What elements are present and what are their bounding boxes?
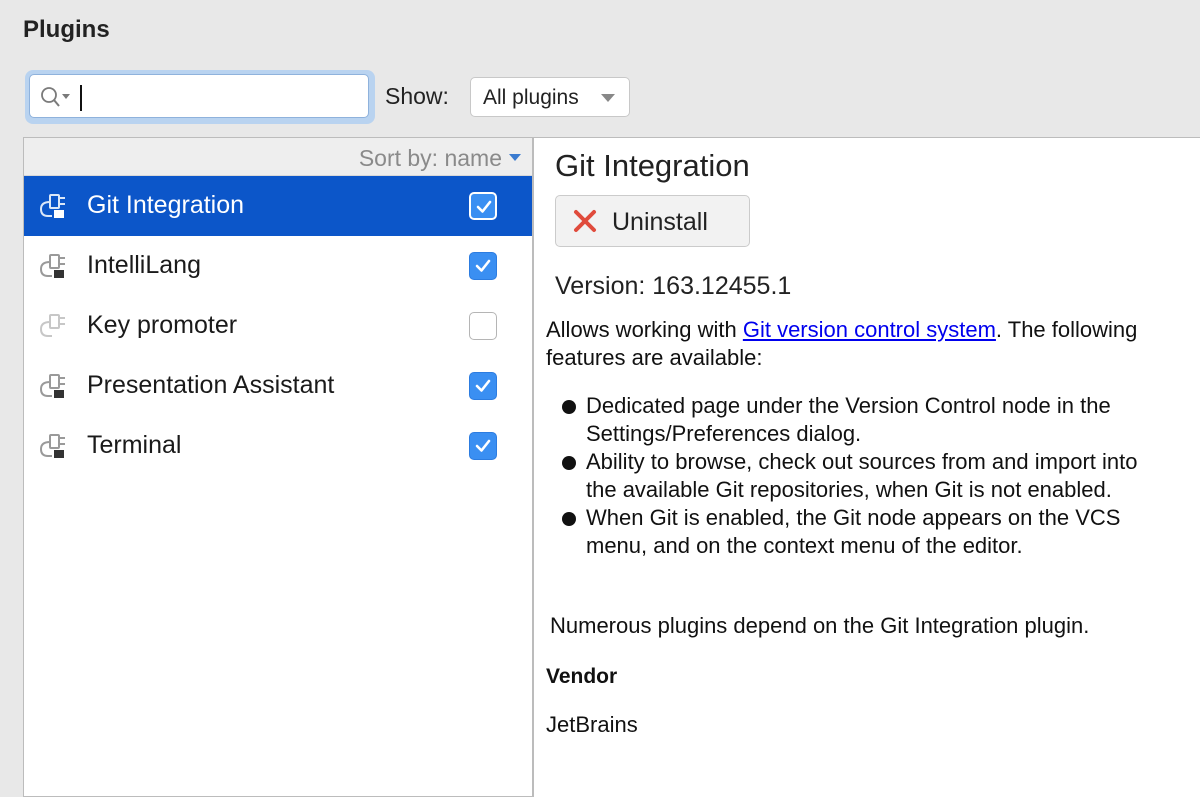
sort-dropdown-icon[interactable] — [509, 154, 521, 161]
description: Allows working with Git version control … — [546, 316, 1176, 372]
plugin-icon — [39, 434, 65, 458]
plugin-icon — [39, 194, 65, 218]
plugin-name: Key promoter — [87, 311, 238, 339]
dependency-note: Numerous plugins depend on the Git Integ… — [550, 613, 1090, 638]
plugin-name: Terminal — [87, 431, 182, 459]
git-vcs-link[interactable]: Git version control system — [743, 317, 996, 342]
feature-item: Ability to browse, check out sources fro… — [560, 448, 1170, 504]
checkmark-icon — [475, 259, 491, 272]
page-title: Plugins — [23, 16, 110, 43]
plugin-enable-checkbox[interactable] — [469, 192, 497, 220]
checkmark-icon — [475, 379, 491, 392]
bullet-icon — [562, 400, 576, 414]
feature-text: Dedicated page under the Version Control… — [586, 393, 1111, 446]
bullet-icon — [562, 512, 576, 526]
plugin-enable-checkbox[interactable] — [469, 372, 497, 400]
text-caret — [80, 85, 82, 111]
plugin-list-panel: Sort by: name Git Integration IntelliLang… — [23, 137, 533, 797]
search-focus-ring — [25, 70, 375, 124]
vendor-label: Vendor — [546, 665, 618, 688]
plugin-detail-panel: Git Integration Uninstall Version: 163.1… — [533, 137, 1200, 797]
show-filter-value: All plugins — [483, 86, 579, 109]
plugin-row[interactable]: Terminal — [24, 416, 532, 476]
uninstall-button[interactable]: Uninstall — [555, 195, 750, 247]
feature-text: Ability to browse, check out sources fro… — [586, 449, 1138, 502]
search-icon[interactable] — [40, 86, 72, 108]
sort-header[interactable]: Sort by: name — [24, 138, 532, 176]
bullet-icon — [562, 456, 576, 470]
plugin-icon — [39, 254, 65, 278]
search-input[interactable] — [76, 81, 360, 113]
feature-item: Dedicated page under the Version Control… — [560, 392, 1170, 448]
plugin-name: IntelliLang — [87, 251, 201, 279]
feature-text: When Git is enabled, the Git node appear… — [586, 505, 1121, 558]
plugin-row[interactable]: Presentation Assistant — [24, 356, 532, 416]
search-field[interactable] — [29, 74, 369, 118]
show-label: Show: — [385, 83, 449, 109]
feature-list: Dedicated page under the Version Control… — [560, 392, 1170, 560]
checkmark-icon — [476, 200, 492, 213]
detail-title: Git Integration — [555, 148, 750, 183]
feature-item: When Git is enabled, the Git node appear… — [560, 504, 1170, 560]
plugin-name: Presentation Assistant — [87, 371, 335, 399]
plugin-name: Git Integration — [87, 191, 245, 219]
close-icon — [574, 210, 596, 232]
description-text: Allows working with — [546, 317, 743, 342]
plugin-row[interactable]: Git Integration — [24, 176, 532, 236]
plugin-row[interactable]: Key promoter — [24, 296, 532, 356]
plugin-icon — [39, 374, 65, 398]
chevron-down-icon — [601, 94, 615, 102]
plugin-icon — [39, 314, 65, 337]
uninstall-label: Uninstall — [612, 208, 708, 236]
checkmark-icon — [475, 439, 491, 452]
plugin-row[interactable]: IntelliLang — [24, 236, 532, 296]
plugin-enable-checkbox[interactable] — [469, 252, 497, 280]
plugin-enable-checkbox[interactable] — [469, 312, 497, 340]
version-text: Version: 163.12455.1 — [555, 272, 792, 300]
vendor-name: JetBrains — [546, 712, 638, 737]
plugin-enable-checkbox[interactable] — [469, 432, 497, 460]
show-filter-dropdown[interactable]: All plugins — [470, 77, 630, 117]
sort-label[interactable]: Sort by: name — [359, 145, 502, 172]
